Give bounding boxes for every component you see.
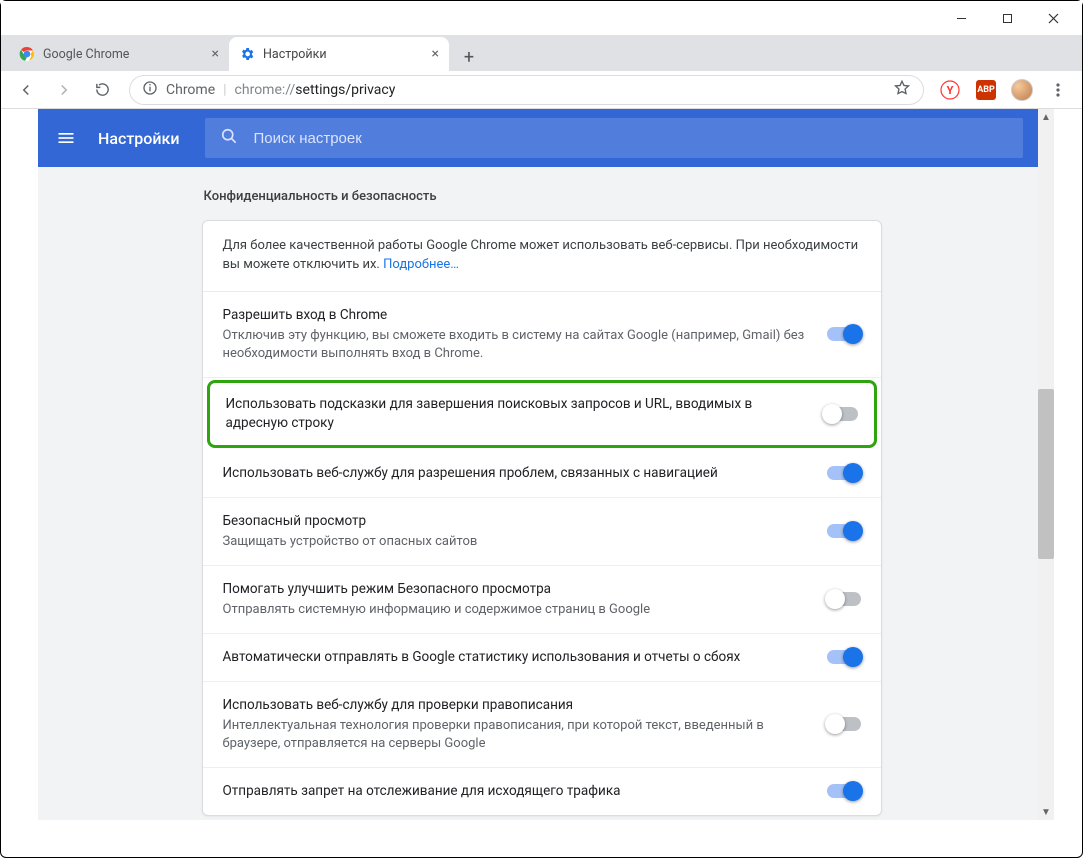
scroll-down-arrow-icon[interactable]: ▼	[1038, 804, 1054, 820]
search-icon	[219, 126, 239, 150]
toggle-switch[interactable]	[827, 327, 861, 341]
toggle-knob	[825, 714, 845, 734]
setting-row-text: Помогать улучшить режим Безопасного прос…	[223, 580, 809, 619]
toggle-switch[interactable]	[827, 466, 861, 480]
setting-row-subtitle: Отправлять системную информацию и содерж…	[223, 601, 809, 619]
tab-strip: Google Chrome × Настройки × +	[1, 35, 1082, 71]
setting-row-subtitle: Интеллектуальная технология проверки пра…	[223, 717, 809, 753]
menu-button[interactable]	[52, 124, 80, 152]
toggle-knob	[825, 589, 845, 609]
settings-app: Настройки Конфиденциальность и безопасно…	[38, 109, 1045, 820]
toggle-knob	[843, 781, 863, 801]
setting-row-title: Безопасный просмотр	[223, 512, 809, 531]
yandex-extension-icon[interactable]: Y	[934, 75, 966, 105]
browser-menu-button[interactable]	[1042, 75, 1074, 105]
intro-text: Для более качественной работы Google Chr…	[223, 238, 859, 272]
setting-row-title: Использовать веб-службу для проверки пра…	[223, 696, 809, 715]
setting-row-title: Автоматически отправлять в Google статис…	[223, 648, 809, 667]
setting-row-text: Использовать подсказки для завершения по…	[226, 395, 806, 433]
toggle-knob	[843, 463, 863, 483]
toggle-knob	[822, 404, 842, 424]
avatar	[1011, 79, 1033, 101]
tab-label: Google Chrome	[43, 47, 129, 62]
settings-body[interactable]: Конфиденциальность и безопасность Для бо…	[38, 167, 1045, 820]
setting-row-text: Разрешить вход в Chrome Отключив эту функ…	[223, 306, 809, 363]
window-minimize-button[interactable]	[938, 2, 984, 34]
url-scheme-label: Chrome	[166, 82, 215, 98]
privacy-card: Для более качественной работы Google Chr…	[202, 220, 882, 816]
setting-row-title: Помогать улучшить режим Безопасного прос…	[223, 580, 809, 599]
setting-row-text: Использовать веб-службу для разрешения п…	[223, 464, 809, 483]
privacy-intro: Для более качественной работы Google Chr…	[203, 221, 881, 292]
toggle-knob	[843, 647, 863, 667]
browser-toolbar: Chrome | chrome://settings/privacy Y ABP	[1, 71, 1082, 109]
setting-row-text: Автоматически отправлять в Google статис…	[223, 648, 809, 667]
setting-row: Отправлять запрет на отслеживание для ис…	[203, 768, 881, 815]
window-titlebar	[1, 1, 1082, 35]
window-close-button[interactable]	[1030, 2, 1076, 34]
tab-settings[interactable]: Настройки ×	[229, 37, 449, 71]
close-icon[interactable]: ×	[212, 46, 219, 62]
setting-row-text: Отправлять запрет на отслеживание для ис…	[223, 782, 809, 801]
url-host: chrome://	[235, 82, 296, 98]
setting-row: Разрешить вход в Chrome Отключив эту функ…	[203, 292, 881, 378]
toggle-switch[interactable]	[827, 717, 861, 731]
toggle-switch[interactable]	[827, 592, 861, 606]
toggle-switch[interactable]	[824, 407, 858, 421]
setting-row-title: Использовать веб-службу для разрешения п…	[223, 464, 809, 483]
site-info-icon[interactable]	[142, 80, 158, 100]
setting-row-title: Использовать подсказки для завершения по…	[226, 395, 806, 433]
setting-row: Использовать веб-службу для разрешения п…	[203, 450, 881, 498]
scroll-up-arrow-icon[interactable]: ▲	[1038, 109, 1054, 125]
scrollbar-thumb[interactable]	[1038, 389, 1054, 559]
toggle-switch[interactable]	[827, 650, 861, 664]
toggle-switch[interactable]	[827, 784, 861, 798]
section-title: Конфиденциальность и безопасность	[202, 189, 882, 204]
settings-header: Настройки	[38, 109, 1045, 167]
tab-label: Настройки	[263, 47, 327, 62]
setting-row-subtitle: Отключив эту функцию, вы сможете входить…	[223, 327, 809, 363]
setting-row: Использовать подсказки для завершения по…	[207, 380, 877, 448]
gear-icon	[239, 46, 255, 62]
chrome-icon	[19, 46, 35, 62]
url-path: settings/privacy	[295, 82, 395, 98]
setting-row-title: Отправлять запрет на отслеживание для ис…	[223, 782, 809, 801]
forward-button[interactable]	[47, 75, 81, 105]
profile-avatar[interactable]	[1006, 75, 1038, 105]
svg-text:Y: Y	[947, 84, 954, 97]
setting-row: Безопасный просмотр Защищать устройство о…	[203, 498, 881, 566]
page-scrollbar[interactable]: ▲ ▼	[1038, 109, 1054, 820]
bookmark-star-icon[interactable]	[893, 79, 911, 101]
address-bar[interactable]: Chrome | chrome://settings/privacy	[129, 75, 924, 105]
setting-row: Использовать веб-службу для проверки пра…	[203, 682, 881, 768]
setting-row: Помогать улучшить режим Безопасного прос…	[203, 566, 881, 634]
setting-row-text: Использовать веб-службу для проверки пра…	[223, 696, 809, 753]
toggle-knob	[843, 521, 863, 541]
close-icon[interactable]: ×	[432, 46, 439, 62]
reload-button[interactable]	[85, 75, 119, 105]
learn-more-link[interactable]: Подробнее…	[383, 257, 459, 272]
setting-row: Автоматически отправлять в Google статис…	[203, 634, 881, 682]
back-button[interactable]	[9, 75, 43, 105]
window-maximize-button[interactable]	[984, 2, 1030, 34]
toggle-knob	[843, 324, 863, 344]
toggle-switch[interactable]	[827, 524, 861, 538]
adblock-extension-icon[interactable]: ABP	[970, 75, 1002, 105]
abp-label: ABP	[976, 80, 996, 100]
setting-row-text: Безопасный просмотр Защищать устройство о…	[223, 512, 809, 551]
settings-search-input[interactable]	[253, 130, 1009, 147]
settings-search-box[interactable]	[205, 118, 1023, 158]
setting-row-subtitle: Защищать устройство от опасных сайтов	[223, 533, 809, 551]
new-tab-button[interactable]: +	[455, 43, 483, 71]
setting-row-title: Разрешить вход в Chrome	[223, 306, 809, 325]
settings-app-title: Настройки	[98, 129, 179, 148]
tab-google-chrome[interactable]: Google Chrome ×	[9, 37, 229, 71]
